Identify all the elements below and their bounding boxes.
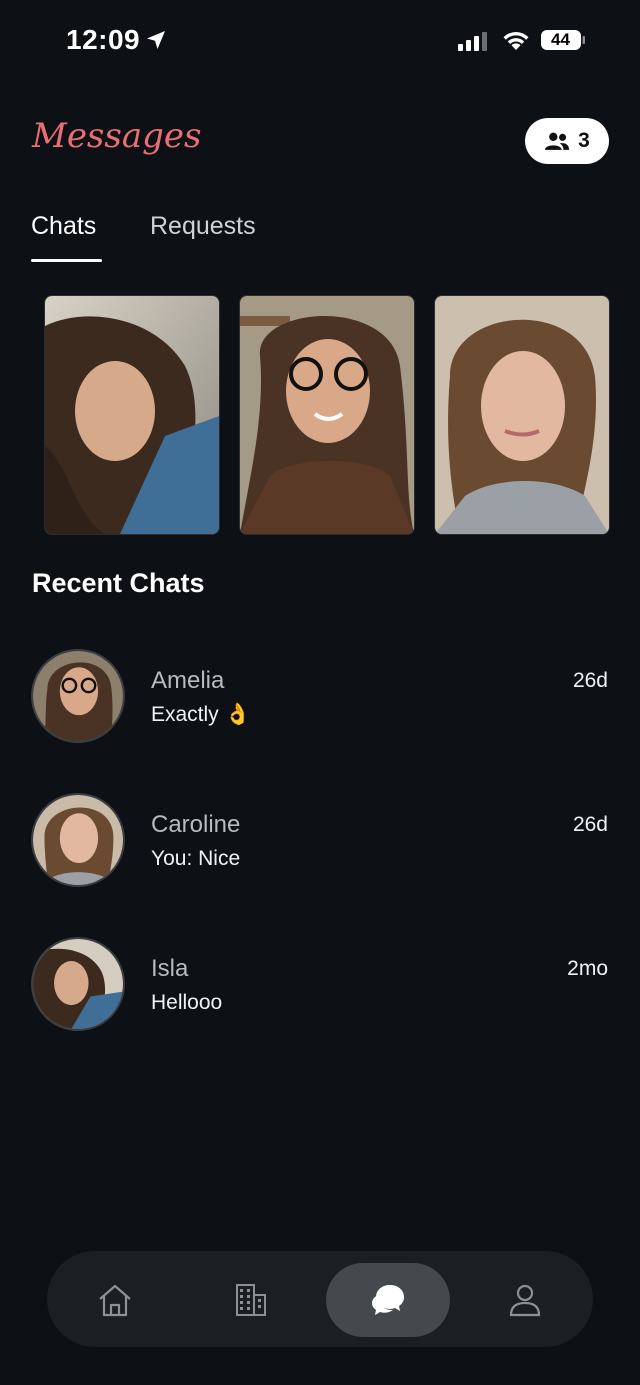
building-icon — [236, 1284, 266, 1316]
chat-name: Amelia — [151, 667, 225, 694]
avatar-photo — [33, 939, 123, 1029]
chat-name: Isla — [151, 955, 189, 982]
chat-preview: Hellooo — [151, 991, 223, 1014]
section-title: Recent Chats — [32, 568, 205, 598]
nav-home[interactable] — [53, 1263, 177, 1337]
profile-card[interactable] — [239, 295, 415, 535]
chat-preview: Exactly 👌 — [151, 703, 251, 726]
home-icon — [99, 1284, 131, 1317]
profile-photo — [435, 296, 609, 534]
tab-chats[interactable]: Chats — [31, 212, 96, 241]
profile-card[interactable] — [44, 295, 220, 535]
profile-photo — [240, 296, 414, 534]
profile-photo — [45, 296, 219, 534]
people-icon — [545, 132, 570, 150]
status-time: 12:09 — [66, 24, 141, 55]
nav-messages[interactable] — [326, 1263, 450, 1337]
cellular-signal-icon — [458, 32, 487, 51]
profile-card[interactable] — [434, 295, 610, 535]
active-users-count: 3 — [578, 129, 590, 152]
avatar — [31, 649, 125, 743]
chat-row[interactable]: Isla Hellooo 2mo — [0, 928, 640, 1038]
battery-level: 44 — [551, 30, 570, 49]
location-arrow-icon — [147, 31, 165, 49]
tab-requests[interactable]: Requests — [150, 212, 256, 241]
chat-row[interactable]: Amelia Exactly 👌 26d — [0, 640, 640, 750]
chat-bubbles-icon — [372, 1285, 404, 1315]
nav-profile[interactable] — [463, 1263, 587, 1337]
active-users-button[interactable]: 3 — [525, 118, 609, 164]
chat-time: 26d — [572, 813, 608, 836]
chat-time: 26d — [572, 669, 608, 692]
nav-buildings[interactable] — [189, 1263, 313, 1337]
avatar-photo — [33, 795, 123, 885]
avatar — [31, 793, 125, 887]
chat-preview: You: Nice — [151, 847, 241, 870]
chat-time: 2mo — [567, 957, 608, 980]
chat-name: Caroline — [151, 811, 241, 838]
chat-row[interactable]: Caroline You: Nice 26d — [0, 784, 640, 894]
page-title: Messages — [32, 116, 202, 156]
avatar-photo — [33, 651, 123, 741]
active-tab-indicator — [31, 259, 102, 262]
wifi-icon — [503, 31, 529, 50]
battery-indicator: 44 — [540, 29, 586, 51]
profile-icon — [509, 1284, 541, 1317]
avatar — [31, 937, 125, 1031]
